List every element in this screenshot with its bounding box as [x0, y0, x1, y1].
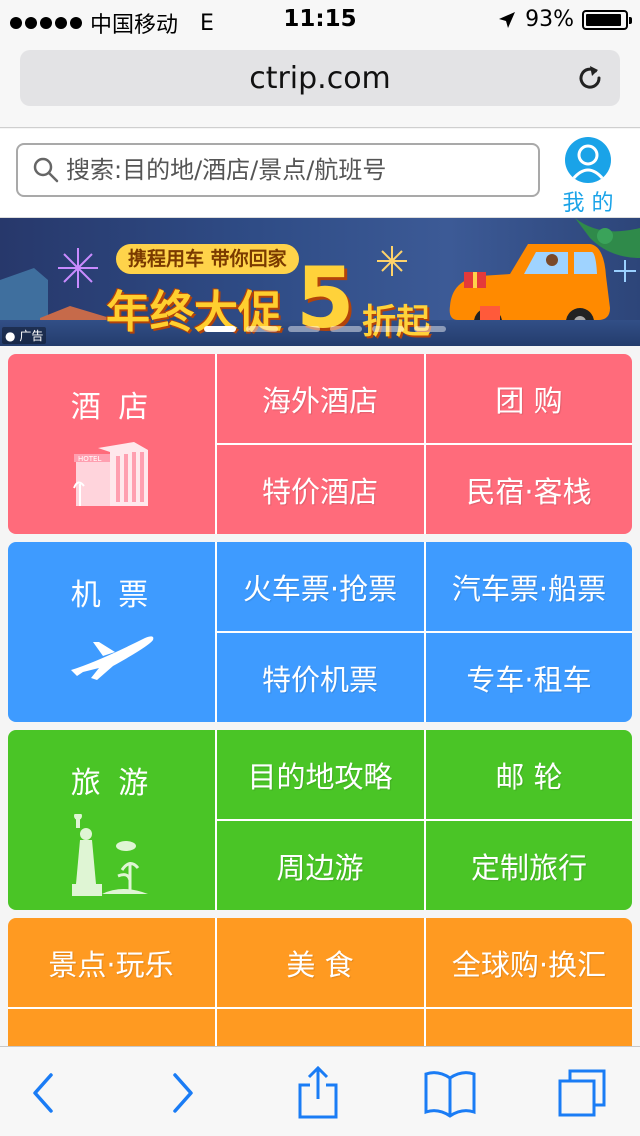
ad-tag: ● 广告	[2, 327, 47, 344]
bus-ferry-ticket-button[interactable]: 汽车票·船票	[426, 542, 632, 631]
ad-tag-label: 广告	[19, 329, 44, 343]
pager-dot[interactable]	[204, 326, 236, 332]
overseas-hotel-button[interactable]: 海外酒店	[217, 354, 423, 443]
custom-trip-button[interactable]: 定制旅行	[426, 821, 632, 910]
tabs-button[interactable]	[552, 1065, 612, 1121]
attractions-button[interactable]: 景点·玩乐	[8, 918, 214, 1007]
share-button[interactable]	[288, 1065, 348, 1121]
car-rental-button[interactable]: 专车·租车	[426, 633, 632, 722]
hotel-button[interactable]: 酒 店 HOTEL	[8, 354, 215, 534]
banner-discount-suffix: 折起	[362, 302, 430, 342]
screen: 中国移动 E 11:15 93% ctrip.com 搜索:目的地/酒店/景点/…	[0, 0, 640, 1136]
banner-pill: 携程用车 带你回家	[116, 244, 299, 274]
cruise-button[interactable]: 邮 轮	[426, 730, 632, 819]
pager-dot[interactable]	[288, 326, 320, 332]
back-icon	[33, 1073, 53, 1113]
svg-text:HOTEL: HOTEL	[78, 455, 101, 463]
train-ticket-button[interactable]: 火车票·抢票	[217, 542, 423, 631]
back-button[interactable]	[14, 1065, 74, 1121]
discount-hotel-button[interactable]: 特价酒店	[217, 445, 423, 534]
global-shopping-button[interactable]: 全球购·换汇	[426, 918, 632, 1007]
address-bar[interactable]: ctrip.com	[20, 50, 620, 106]
my-account-button[interactable]: 我 的	[558, 137, 618, 217]
group-buy-button[interactable]: 团 购	[426, 354, 632, 443]
location-arrow-icon	[499, 11, 516, 28]
battery-icon	[582, 9, 632, 30]
url-text: ctrip.com	[249, 60, 391, 96]
destination-guide-button[interactable]: 目的地攻略	[217, 730, 423, 819]
address-bar-area: ctrip.com	[0, 40, 640, 128]
group-travel: 旅 游 目的地攻略 邮 轮 周边游 定制旅行	[8, 730, 632, 910]
travel-label: 旅 游	[70, 766, 153, 801]
group-flight: 机 票 火车票·抢票 汽车票·船票 特价机票 专车·租车	[8, 542, 632, 722]
pager-dot[interactable]	[372, 326, 404, 332]
group-hotel: 酒 店 HOTEL 海外酒店 团 购 特价酒店 民宿·客栈	[8, 354, 632, 534]
status-bar: 中国移动 E 11:15 93%	[0, 0, 640, 40]
flight-label: 机 票	[70, 578, 153, 613]
homestay-inn-button[interactable]: 民宿·客栈	[426, 445, 632, 534]
statue-of-liberty-icon	[71, 812, 152, 902]
bookmarks-button[interactable]	[420, 1065, 480, 1121]
flight-button[interactable]: 机 票	[8, 542, 215, 722]
group-more: 景点·玩乐 美 食 全球购·换汇	[8, 918, 632, 1058]
food-button[interactable]: 美 食	[217, 918, 423, 1007]
search-input[interactable]	[66, 156, 506, 184]
ad-info-icon: ●	[5, 329, 16, 343]
search-icon	[33, 157, 59, 183]
hotel-label: 酒 店	[70, 390, 153, 425]
search-row: 我 的	[0, 129, 640, 218]
my-account-label: 我 的	[562, 191, 614, 216]
battery-fill	[586, 13, 622, 26]
hotel-building-icon: HOTEL	[70, 438, 154, 514]
forward-icon	[173, 1073, 193, 1113]
search-box[interactable]	[16, 143, 540, 197]
tabs-icon	[558, 1069, 606, 1117]
nearby-trip-button[interactable]: 周边游	[217, 821, 423, 910]
pager-dot[interactable]	[246, 326, 278, 332]
airplane-icon	[67, 626, 157, 690]
banner-pager	[204, 326, 446, 332]
travel-button[interactable]: 旅 游	[8, 730, 215, 910]
pager-dot[interactable]	[414, 326, 446, 332]
reload-icon[interactable]	[574, 62, 606, 94]
pager-dot[interactable]	[330, 326, 362, 332]
browser-toolbar	[0, 1046, 640, 1136]
discount-flight-button[interactable]: 特价机票	[217, 633, 423, 722]
forward-button[interactable]	[152, 1065, 212, 1121]
avatar-icon	[565, 137, 611, 183]
share-icon	[298, 1065, 338, 1119]
row-divider	[8, 1007, 632, 1009]
battery-percent: 93%	[525, 7, 574, 32]
bookmarks-icon	[424, 1071, 476, 1118]
